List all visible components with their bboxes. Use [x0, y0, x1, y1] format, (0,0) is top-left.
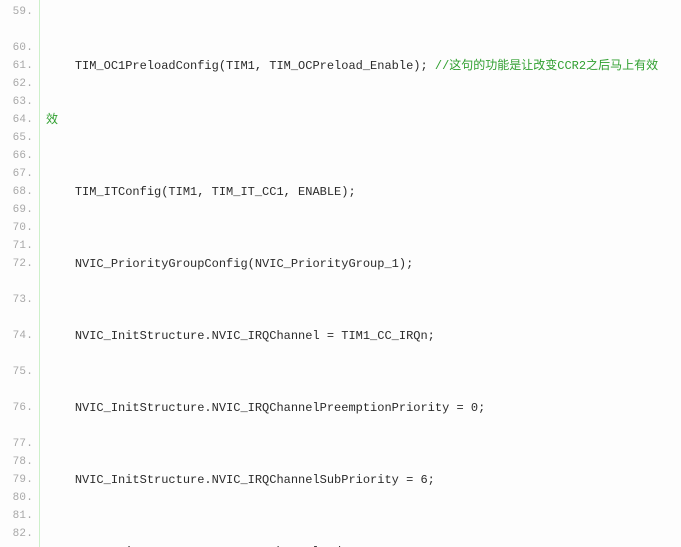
line-number: 67. [0, 165, 33, 183]
line-number: 75. [0, 363, 33, 381]
line-number: 76. [0, 399, 33, 417]
line-number: 60. [0, 39, 33, 57]
code-line: NVIC_PriorityGroupConfig(NVIC_PriorityGr… [46, 255, 681, 273]
line-number: 59. [0, 3, 33, 21]
line-number: 68. [0, 183, 33, 201]
line-number: 73. [0, 291, 33, 309]
line-number-gutter: 59. 60. 61. 62. 63. 64. 65. 66. 67. 68. … [0, 0, 40, 547]
line-number: 62. [0, 75, 33, 93]
line-number: 78. [0, 453, 33, 471]
code-line: NVIC_InitStructure.NVIC_IRQChannelPreemp… [46, 399, 681, 417]
line-number: 61. [0, 57, 33, 75]
code-editor: 59. 60. 61. 62. 63. 64. 65. 66. 67. 68. … [0, 0, 681, 547]
code-line: TIM_OC1PreloadConfig(TIM1, TIM_OCPreload… [46, 57, 681, 75]
line-number: 79. [0, 471, 33, 489]
code-line: NVIC_InitStructure.NVIC_IRQChannelSubPri… [46, 471, 681, 489]
line-number: 66. [0, 147, 33, 165]
line-number: 64. [0, 111, 33, 129]
line-number [0, 21, 33, 39]
line-number: 69. [0, 201, 33, 219]
code-area[interactable]: TIM_OC1PreloadConfig(TIM1, TIM_OCPreload… [40, 0, 681, 547]
code-line-wrap: 效 [46, 111, 681, 129]
code-line: NVIC_InitStructure.NVIC_IRQChannelCmd = … [46, 543, 681, 547]
line-number: 82. [0, 525, 33, 543]
comment: //这句的功能是让改变CCR2之后马上有效 [435, 59, 658, 73]
line-number [0, 273, 33, 291]
line-number: 81. [0, 507, 33, 525]
line-number [0, 345, 33, 363]
line-number: 72. [0, 255, 33, 273]
line-number: 80. [0, 489, 33, 507]
line-number: 74. [0, 327, 33, 345]
code-line: TIM_ITConfig(TIM1, TIM_IT_CC1, ENABLE); [46, 183, 681, 201]
line-number: 63. [0, 93, 33, 111]
line-number [0, 381, 33, 399]
line-number [0, 309, 33, 327]
line-number [0, 417, 33, 435]
line-number: 65. [0, 129, 33, 147]
line-number: 77. [0, 435, 33, 453]
code-line: NVIC_InitStructure.NVIC_IRQChannel = TIM… [46, 327, 681, 345]
line-number: 71. [0, 237, 33, 255]
line-number: 70. [0, 219, 33, 237]
